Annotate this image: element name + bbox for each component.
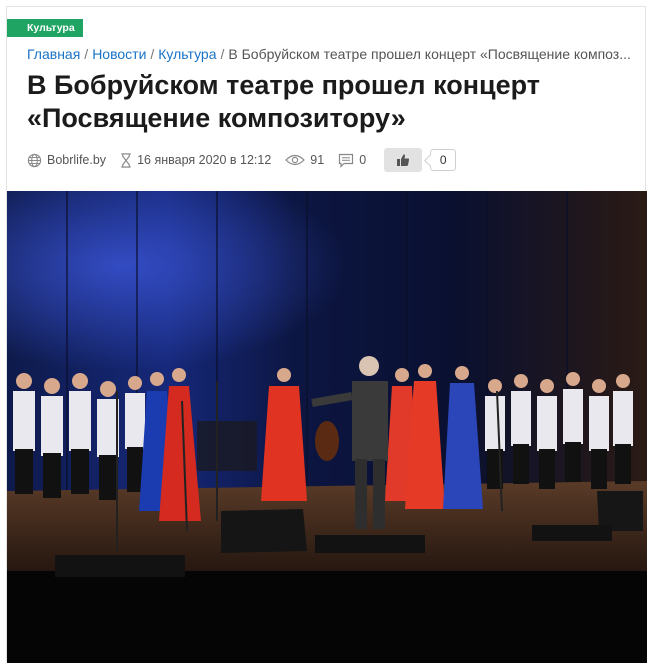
meta-comments[interactable]: 0	[338, 153, 366, 168]
breadcrumb: Главная / Новости / Культура / В Бобруйском те…	[27, 45, 639, 63]
breadcrumb-separator: /	[84, 46, 89, 62]
like-count: 0	[430, 149, 457, 171]
source-name[interactable]: Bobrlife.by	[47, 153, 106, 167]
category-badge[interactable]: Культура	[7, 19, 83, 37]
breadcrumb-current: В Бобруйском театре прошел концерт «Посв…	[228, 46, 631, 62]
eye-icon	[285, 154, 306, 166]
breadcrumb-news-link[interactable]: Новости	[92, 46, 146, 62]
meta-source: Bobrlife.by	[27, 153, 106, 168]
globe-icon	[27, 153, 42, 167]
article-photo	[7, 191, 647, 663]
concert-photo-illustration	[7, 191, 647, 663]
meta-date: 16 января 2020 в 12:12	[120, 152, 272, 168]
article-meta: Bobrlife.by 16 января 2020 в 12:12 91 0 …	[27, 147, 457, 173]
article-title: В Бобруйском театре прошел концерт «Посв…	[27, 70, 540, 133]
comment-icon	[339, 153, 354, 168]
like-button[interactable]	[384, 148, 423, 172]
publish-date: 16 января 2020 в 12:12	[137, 153, 272, 167]
article-card: Культура Главная / Новости / Культура / В Бобр…	[6, 6, 647, 663]
thumbs-up-icon	[397, 154, 410, 166]
breadcrumb-separator: /	[150, 46, 155, 62]
breadcrumb-separator: /	[220, 46, 225, 62]
view-count: 91	[310, 153, 325, 167]
breadcrumb-section-link[interactable]: Культура	[158, 46, 216, 62]
comment-count: 0	[359, 153, 367, 167]
hourglass-icon	[121, 152, 131, 168]
meta-views: 91	[285, 153, 324, 167]
breadcrumb-home-link[interactable]: Главная	[27, 46, 80, 62]
